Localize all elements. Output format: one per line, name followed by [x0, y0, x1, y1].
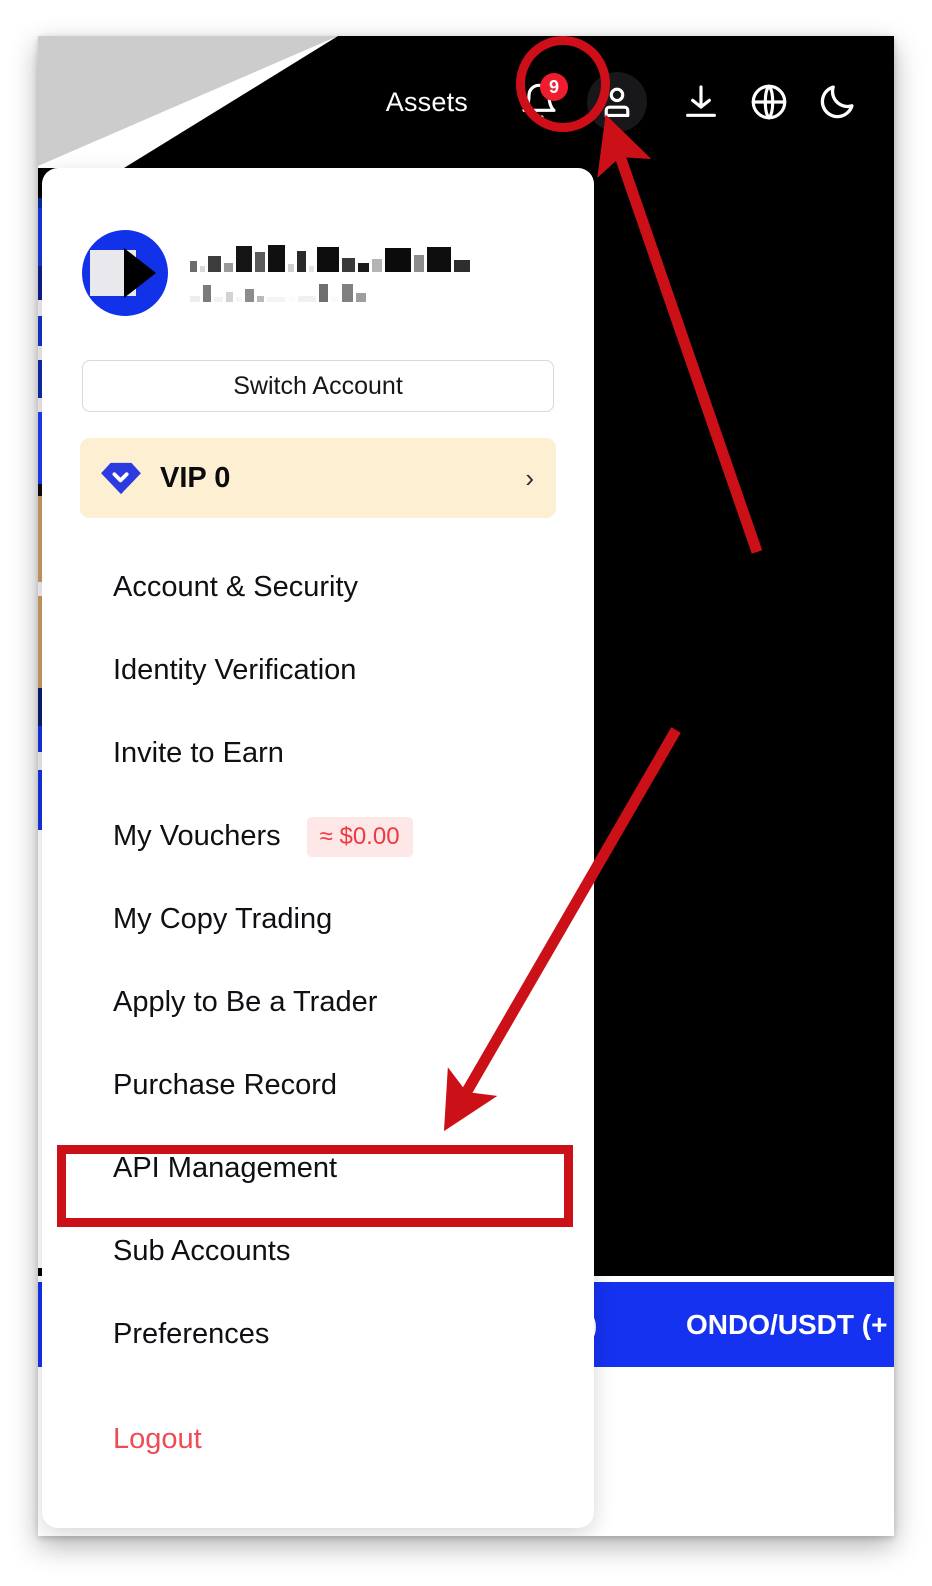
menu-item-account-security[interactable]: Account & Security — [42, 546, 594, 629]
menu-divider-spacer — [42, 1376, 594, 1398]
nav-assets-link[interactable]: Assets — [386, 87, 468, 118]
top-navigation-content: Assets 9 — [38, 36, 894, 168]
username-line-2 — [190, 283, 470, 302]
avatar-shape-triangle — [124, 248, 156, 298]
switch-account-button[interactable]: Switch Account — [82, 360, 554, 412]
profile-header — [42, 168, 594, 316]
menu-item-label: Apply to Be a Trader — [113, 986, 378, 1018]
menu-item-label: Purchase Record — [113, 1069, 338, 1101]
voucher-amount-badge: ≈ $0.00 — [306, 816, 413, 857]
menu-item-label: My Copy Trading — [113, 903, 333, 935]
menu-item-sub-accounts[interactable]: Sub Accounts — [42, 1210, 594, 1293]
menu-item-logout[interactable]: Logout — [42, 1398, 594, 1481]
menu-item-purchase-record[interactable]: Purchase Record — [42, 1044, 594, 1127]
menu-item-label: Sub Accounts — [113, 1235, 291, 1267]
account-menu-list: Account & Security Identity Verification… — [42, 546, 594, 1481]
moon-icon[interactable] — [806, 71, 868, 133]
menu-item-label: API Management — [113, 1152, 338, 1184]
logout-label: Logout — [113, 1423, 202, 1455]
notification-count-badge: 9 — [540, 73, 568, 101]
menu-item-my-vouchers[interactable]: My Vouchers ≈ $0.00 — [42, 795, 594, 878]
menu-item-label: Preferences — [113, 1318, 270, 1350]
menu-item-invite-to-earn[interactable]: Invite to Earn — [42, 712, 594, 795]
menu-item-label: My Vouchers — [113, 820, 281, 852]
vip-level-banner[interactable]: VIP 0 › — [80, 438, 556, 518]
avatar — [82, 230, 168, 316]
account-dropdown-menu: Switch Account VIP 0 › Account & Securit… — [42, 168, 594, 1528]
bell-icon[interactable]: 9 — [508, 71, 570, 133]
user-avatar-icon[interactable] — [580, 65, 654, 139]
menu-item-preferences[interactable]: Preferences — [42, 1293, 594, 1376]
menu-item-label: Identity Verification — [113, 654, 357, 686]
menu-item-label: Account & Security — [113, 571, 358, 603]
menu-item-apply-to-be-a-trader[interactable]: Apply to Be a Trader — [42, 961, 594, 1044]
vip-diamond-icon — [101, 462, 141, 495]
username-redacted — [190, 244, 470, 302]
username-line-1 — [190, 244, 470, 272]
download-icon[interactable] — [670, 71, 732, 133]
globe-icon[interactable] — [738, 71, 800, 133]
chevron-right-icon: › — [525, 463, 534, 493]
menu-item-my-copy-trading[interactable]: My Copy Trading — [42, 878, 594, 961]
menu-item-identity-verification[interactable]: Identity Verification — [42, 629, 594, 712]
vip-level-label: VIP 0 — [160, 461, 231, 494]
menu-item-label: Invite to Earn — [113, 737, 284, 769]
screenshot-root: Assets 9 ONDO/USDT (+ Switch Account VIP… — [0, 0, 932, 1586]
menu-item-api-management[interactable]: API Management — [42, 1127, 594, 1210]
ticker-symbol: ONDO/USDT (+ — [686, 1308, 888, 1340]
app-window: Assets 9 ONDO/USDT (+ Switch Account VIP… — [38, 36, 894, 1536]
